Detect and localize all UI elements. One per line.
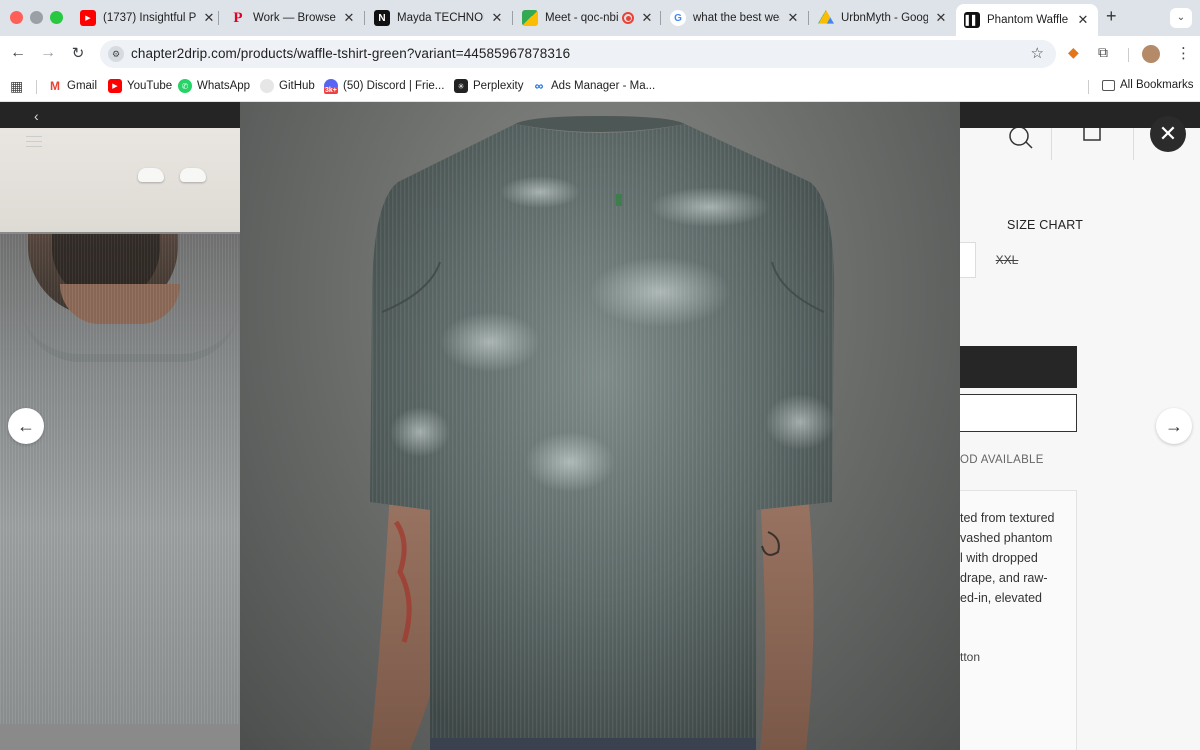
lightbox-image <box>240 102 960 750</box>
recording-icon <box>622 12 634 24</box>
folder-icon <box>1102 79 1115 91</box>
perplexity-icon: ✳ <box>454 79 468 93</box>
github-icon <box>260 79 274 93</box>
arrow-right-icon: → <box>1165 415 1183 436</box>
apps-grid-icon[interactable]: ▦ <box>10 78 23 95</box>
tab-youtube[interactable]: ▶ (1737) Insightful P ✕ <box>72 4 224 32</box>
close-tab-icon[interactable]: ✕ <box>342 10 356 26</box>
material-text: tton <box>960 650 981 664</box>
tab-title: UrbnMyth - Googl <box>841 12 928 24</box>
youtube-icon: ▶ <box>108 79 122 93</box>
size-option-xxl[interactable]: XXL <box>982 242 1032 278</box>
hamburger-menu-icon[interactable] <box>26 136 42 151</box>
search-button[interactable] <box>986 128 1052 160</box>
close-window-button[interactable] <box>10 11 23 24</box>
bookmark-whatsapp[interactable]: ✆ WhatsApp <box>178 79 250 93</box>
site-info-icon[interactable]: ⚙ <box>108 46 124 62</box>
add-to-cart-button[interactable] <box>960 346 1077 388</box>
minimize-window-button[interactable] <box>30 11 43 24</box>
brand-tag <box>616 194 622 206</box>
google-icon: G <box>670 10 686 26</box>
tab-google[interactable]: G what the best wea ✕ <box>662 4 808 32</box>
tab-strip: ▶ (1737) Insightful P ✕ P Work — Browse … <box>0 0 1200 36</box>
all-bookmarks[interactable]: All Bookmarks <box>1102 79 1194 91</box>
cart-button[interactable] <box>1052 128 1134 160</box>
close-tab-icon[interactable]: ✕ <box>934 10 948 26</box>
bookmark-youtube[interactable]: ▶ YouTube <box>108 79 172 93</box>
bookmarks-bar: ▦ M Gmail ▶ YouTube ✆ WhatsApp GitHub 3k… <box>0 72 1200 102</box>
chevron-left-icon[interactable]: ‹ <box>34 108 39 124</box>
cod-available-text: OD AVAILABLE <box>960 454 1044 466</box>
new-tab-button[interactable]: + <box>1106 6 1117 27</box>
next-image-button[interactable]: → <box>1156 408 1192 444</box>
extensions-icon[interactable]: ⧉ <box>1098 44 1108 61</box>
close-tab-icon[interactable]: ✕ <box>202 10 216 26</box>
shoe-image <box>180 168 206 182</box>
back-arrow-icon[interactable]: ← <box>8 44 28 62</box>
bookmark-ads-manager[interactable]: ∞ Ads Manager - Ma... <box>532 79 655 93</box>
metamask-icon[interactable]: ◆ <box>1068 44 1079 61</box>
right-arm <box>760 492 814 750</box>
bookmark-github[interactable]: GitHub <box>260 79 315 93</box>
size-chart-link[interactable]: SIZE CHART <box>1007 218 1083 232</box>
size-option[interactable] <box>960 242 976 278</box>
tab-pinterest[interactable]: P Work — Browse by ✕ <box>222 4 364 32</box>
youtube-icon: ▶ <box>80 10 96 26</box>
tab-search-button[interactable]: ⌄ <box>1170 8 1192 28</box>
tab-meet[interactable]: Meet - qoc-nbi ✕ <box>514 4 662 32</box>
forward-arrow-icon[interactable]: → <box>38 44 58 62</box>
meet-icon <box>522 10 538 26</box>
close-tab-icon[interactable]: ✕ <box>1076 12 1090 28</box>
maximize-window-button[interactable] <box>50 11 63 24</box>
tab-title: Phantom Waffle T <box>987 14 1070 26</box>
bookmark-star-icon[interactable]: ☆ <box>1031 44 1044 62</box>
tab-title: (1737) Insightful P <box>103 12 196 24</box>
shoe-image <box>138 168 164 182</box>
tab-title: what the best wea <box>693 12 780 24</box>
thumbnail-model-closeup[interactable] <box>0 234 240 724</box>
close-tab-icon[interactable]: ✕ <box>490 10 504 26</box>
bookmark-discord[interactable]: 3k+ (50) Discord | Frie... <box>324 79 444 94</box>
tab-active-product[interactable]: ▌▌ Phantom Waffle T ✕ <box>956 4 1098 36</box>
site-icon: ▌▌ <box>964 12 980 28</box>
close-tab-icon[interactable]: ✕ <box>640 10 654 26</box>
menu-kebab-icon[interactable]: ⋮ <box>1176 44 1191 62</box>
notion-icon: N <box>374 10 390 26</box>
meta-icon: ∞ <box>534 79 544 93</box>
toolbar: ← → ↻ ⚙ chapter2drip.com/products/waffle… <box>0 36 1200 72</box>
tab-title: Work — Browse by <box>253 12 336 24</box>
search-icon <box>1009 128 1033 149</box>
pinterest-icon: P <box>233 9 243 26</box>
close-tab-icon[interactable]: ✕ <box>786 10 800 26</box>
tab-notion[interactable]: N Mayda TECHNOLO ✕ <box>366 4 512 32</box>
tab-drive[interactable]: UrbnMyth - Googl ✕ <box>810 4 956 32</box>
buy-now-button[interactable] <box>960 394 1077 432</box>
tab-title: Mayda TECHNOLO <box>397 12 484 24</box>
product-description: ted from textured vashed phantom l with … <box>960 511 1055 605</box>
whatsapp-icon: ✆ <box>178 79 192 93</box>
profile-avatar[interactable] <box>1142 45 1160 63</box>
arrow-left-icon: ← <box>17 415 35 436</box>
waffle-tshirt-back-photo <box>370 116 835 750</box>
address-bar[interactable]: ⚙ chapter2drip.com/products/waffle-tshir… <box>100 40 1056 68</box>
product-page: ‹ SIZE CHART XXL OD AVAILABLE ted from t… <box>0 102 1200 750</box>
close-lightbox-button[interactable]: ✕ <box>1150 116 1186 152</box>
cart-icon <box>1083 128 1101 141</box>
bookmark-perplexity[interactable]: ✳ Perplexity <box>454 79 524 93</box>
previous-image-button[interactable]: ← <box>8 408 44 444</box>
gmail-icon: M <box>50 79 60 93</box>
url-text[interactable]: chapter2drip.com/products/waffle-tshirt-… <box>131 46 570 61</box>
drive-icon <box>818 10 834 24</box>
left-arm <box>370 492 440 750</box>
discord-icon: 3k+ <box>324 79 338 94</box>
close-icon: ✕ <box>1158 121 1178 146</box>
tab-title: Meet - qoc-nbi <box>545 12 618 24</box>
reload-icon[interactable]: ↻ <box>68 44 88 62</box>
bookmark-gmail[interactable]: M Gmail <box>48 79 97 93</box>
